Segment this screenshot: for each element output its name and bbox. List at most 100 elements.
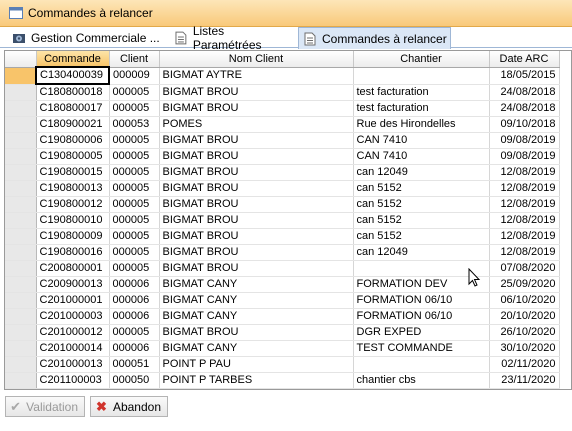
row-indicator[interactable] bbox=[5, 308, 37, 325]
cell-commande[interactable]: C201000001 bbox=[36, 292, 110, 309]
table-row[interactable]: C190800012 000005 BIGMAT BROU can 5152 12/08… bbox=[5, 196, 560, 213]
cell-nom-client[interactable]: BIGMAT BROU bbox=[159, 148, 354, 165]
row-indicator[interactable] bbox=[5, 196, 37, 213]
cell-date-arc[interactable]: 23/11/2020 bbox=[489, 372, 560, 389]
row-indicator[interactable] bbox=[5, 132, 37, 149]
cell-commande[interactable]: C190800016 bbox=[36, 244, 110, 261]
table-row[interactable]: C201000001 000006 BIGMAT CANY FORMATION 06/… bbox=[5, 292, 560, 309]
cell-nom-client[interactable]: BIGMAT BROU bbox=[159, 180, 354, 197]
cell-client[interactable]: 000005 bbox=[109, 244, 160, 261]
cell-date-arc[interactable]: 20/10/2020 bbox=[489, 308, 560, 325]
cell-client[interactable]: 000005 bbox=[109, 180, 160, 197]
cell-chantier[interactable]: FORMATION 06/10 bbox=[353, 292, 490, 309]
cell-chantier[interactable]: chantier cbs bbox=[353, 372, 490, 389]
cell-client[interactable]: 000005 bbox=[109, 228, 160, 245]
cell-date-arc[interactable]: 06/10/2020 bbox=[489, 292, 560, 309]
cell-client[interactable]: 000005 bbox=[109, 212, 160, 229]
orders-grid[interactable]: Commande Client Nom Client Chantier Date… bbox=[4, 50, 572, 390]
cell-client[interactable]: 000005 bbox=[109, 324, 160, 341]
cell-client[interactable]: 000006 bbox=[109, 308, 160, 325]
row-indicator[interactable] bbox=[5, 276, 37, 293]
row-indicator[interactable] bbox=[5, 116, 37, 133]
cell-nom-client[interactable]: BIGMAT BROU bbox=[159, 164, 354, 181]
row-indicator[interactable] bbox=[5, 180, 37, 197]
cell-commande[interactable]: C201000013 bbox=[36, 356, 110, 373]
cell-commande[interactable]: C190800012 bbox=[36, 196, 110, 213]
table-row[interactable]: C201000003 000006 BIGMAT CANY FORMATION 06/… bbox=[5, 308, 560, 325]
cell-commande[interactable]: C201100003 bbox=[36, 372, 110, 389]
cell-commande[interactable]: C201000014 bbox=[36, 340, 110, 357]
cell-nom-client[interactable]: BIGMAT CANY bbox=[159, 308, 354, 325]
cell-chantier[interactable]: can 12049 bbox=[353, 244, 490, 261]
table-row[interactable]: C190800006 000005 BIGMAT BROU CAN 7410 09/08… bbox=[5, 132, 560, 149]
row-indicator[interactable] bbox=[5, 228, 37, 245]
cell-client[interactable]: 000053 bbox=[109, 116, 160, 133]
cell-chantier[interactable] bbox=[353, 67, 490, 85]
cell-chantier[interactable] bbox=[353, 356, 490, 373]
table-row[interactable]: C201100003 000050 POINT P TARBES chantier c… bbox=[5, 372, 560, 389]
cell-date-arc[interactable]: 25/09/2020 bbox=[489, 276, 560, 293]
cell-client[interactable]: 000050 bbox=[109, 372, 160, 389]
row-indicator[interactable] bbox=[5, 148, 37, 165]
cell-commande[interactable]: C190800013 bbox=[36, 180, 110, 197]
cell-nom-client[interactable]: BIGMAT BROU bbox=[159, 84, 354, 101]
cell-nom-client[interactable]: POINT P TARBES bbox=[159, 372, 354, 389]
cell-nom-client[interactable]: BIGMAT BROU bbox=[159, 196, 354, 213]
cell-nom-client[interactable]: BIGMAT BROU bbox=[159, 228, 354, 245]
row-indicator[interactable] bbox=[5, 244, 37, 261]
cell-nom-client[interactable]: BIGMAT BROU bbox=[159, 212, 354, 229]
cell-date-arc[interactable]: 12/08/2019 bbox=[489, 212, 560, 229]
table-row[interactable]: C190800013 000005 BIGMAT BROU can 5152 12/08… bbox=[5, 180, 560, 197]
cell-client[interactable]: 000005 bbox=[109, 196, 160, 213]
cell-commande[interactable]: C180900021 bbox=[36, 116, 110, 133]
cell-nom-client[interactable]: BIGMAT BROU bbox=[159, 260, 354, 277]
cell-date-arc[interactable]: 09/08/2019 bbox=[489, 132, 560, 149]
cell-nom-client[interactable]: POMES bbox=[159, 116, 354, 133]
cell-chantier[interactable]: can 5152 bbox=[353, 196, 490, 213]
row-indicator[interactable] bbox=[5, 260, 37, 277]
row-indicator[interactable] bbox=[5, 292, 37, 309]
table-row[interactable]: C201000014 000006 BIGMAT CANY TEST COMMANDE… bbox=[5, 340, 560, 357]
column-header-commande[interactable]: Commande bbox=[36, 51, 110, 68]
cell-commande[interactable]: C201000012 bbox=[36, 324, 110, 341]
cell-commande[interactable]: C190800009 bbox=[36, 228, 110, 245]
column-header-date-arc[interactable]: Date ARC bbox=[489, 51, 560, 68]
tab-commandes-a-relancer[interactable]: Commandes à relancer bbox=[298, 27, 451, 49]
cell-client[interactable]: 000006 bbox=[109, 292, 160, 309]
cancel-button[interactable]: ✖ Abandon bbox=[90, 396, 168, 417]
cell-chantier[interactable]: FORMATION 06/10 bbox=[353, 308, 490, 325]
table-row[interactable]: C190800010 000005 BIGMAT BROU can 5152 12/08… bbox=[5, 212, 560, 229]
cell-client[interactable]: 000005 bbox=[109, 84, 160, 101]
row-indicator[interactable] bbox=[5, 372, 37, 389]
cell-date-arc[interactable]: 24/08/2018 bbox=[489, 100, 560, 117]
cell-date-arc[interactable]: 12/08/2019 bbox=[489, 196, 560, 213]
cell-nom-client[interactable]: BIGMAT CANY bbox=[159, 276, 354, 293]
cell-nom-client[interactable]: BIGMAT BROU bbox=[159, 324, 354, 341]
row-indicator[interactable] bbox=[5, 324, 37, 341]
cell-commande[interactable]: C190800005 bbox=[36, 148, 110, 165]
cell-nom-client[interactable]: BIGMAT CANY bbox=[159, 340, 354, 357]
cell-date-arc[interactable]: 26/10/2020 bbox=[489, 324, 560, 341]
cell-client[interactable]: 000051 bbox=[109, 356, 160, 373]
validate-button[interactable]: ✔ Validation bbox=[5, 396, 85, 417]
row-indicator[interactable] bbox=[5, 340, 37, 357]
cell-chantier[interactable]: Rue des Hirondelles bbox=[353, 116, 490, 133]
row-indicator[interactable] bbox=[5, 356, 37, 373]
cell-nom-client[interactable]: POINT P PAU bbox=[159, 356, 354, 373]
cell-commande[interactable]: C180800018 bbox=[36, 84, 110, 101]
cell-chantier[interactable]: can 5152 bbox=[353, 228, 490, 245]
cell-client[interactable]: 000005 bbox=[109, 132, 160, 149]
cell-commande[interactable]: C190800010 bbox=[36, 212, 110, 229]
cell-client[interactable]: 000005 bbox=[109, 148, 160, 165]
cell-client[interactable]: 000005 bbox=[109, 260, 160, 277]
cell-client[interactable]: 000005 bbox=[109, 164, 160, 181]
cell-nom-client[interactable]: BIGMAT BROU bbox=[159, 132, 354, 149]
row-indicator[interactable] bbox=[5, 84, 37, 101]
cell-date-arc[interactable]: 12/08/2019 bbox=[489, 164, 560, 181]
table-row[interactable]: C190800009 000005 BIGMAT BROU can 5152 12/08… bbox=[5, 228, 560, 245]
cell-commande[interactable]: C201000003 bbox=[36, 308, 110, 325]
cell-date-arc[interactable]: 12/08/2019 bbox=[489, 228, 560, 245]
cell-client[interactable]: 000006 bbox=[109, 276, 160, 293]
cell-date-arc[interactable]: 12/08/2019 bbox=[489, 180, 560, 197]
cell-client[interactable]: 000006 bbox=[109, 340, 160, 357]
